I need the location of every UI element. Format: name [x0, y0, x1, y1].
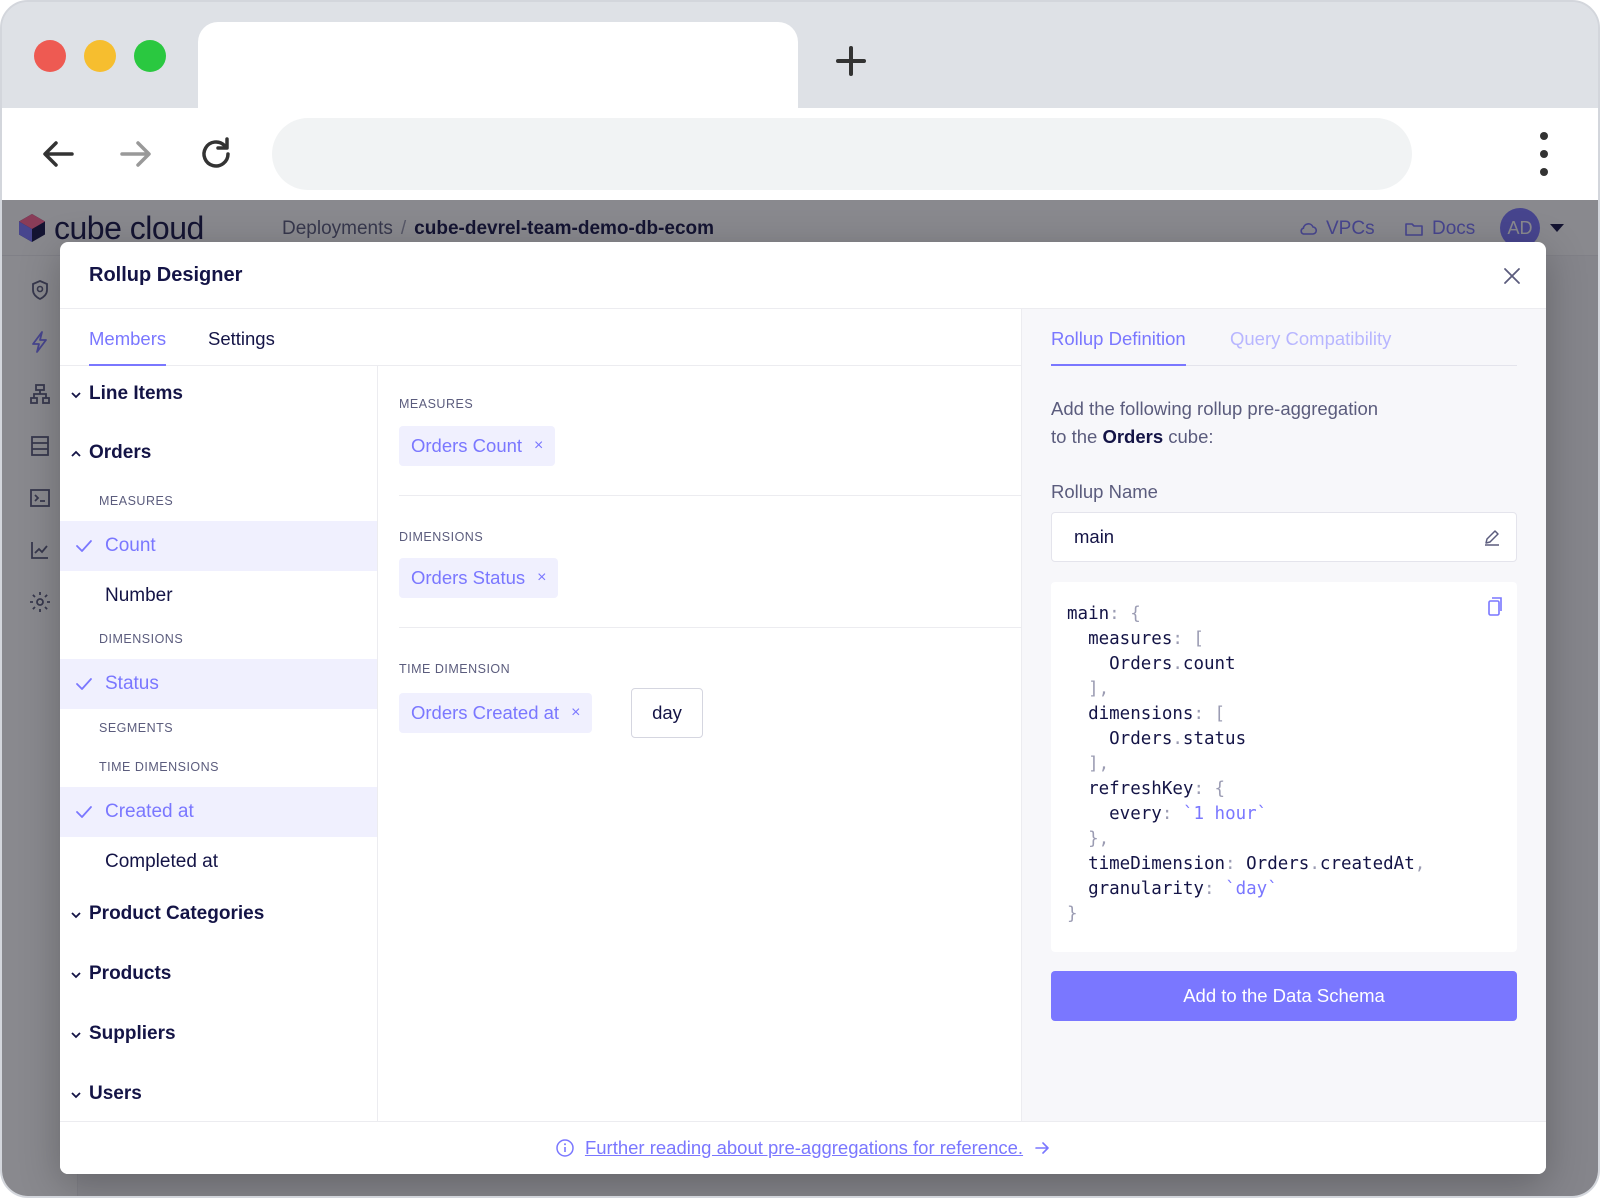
tree-item-completed-at[interactable]: Completed at: [60, 837, 377, 887]
tree-section-dimensions: DIMENSIONS: [99, 632, 184, 646]
window-maximize-dot[interactable]: [134, 40, 166, 72]
rollup-name-field[interactable]: main: [1051, 512, 1517, 562]
check-icon: [74, 674, 94, 694]
tree-group-users[interactable]: Users: [60, 1074, 377, 1114]
tree-item-count[interactable]: Count: [60, 521, 377, 571]
forward-arrow-icon[interactable]: [116, 134, 156, 174]
chevron-down-icon: [70, 968, 82, 980]
chevron-up-icon: [70, 447, 82, 459]
description-cube-name: Orders: [1102, 426, 1164, 447]
rollup-code: main: { measures: [ Orders.count ], dime…: [1067, 604, 1426, 924]
selected-members-panel: MEASURES Orders Count × DIMENSIONS Order…: [379, 366, 1021, 1121]
tree-item-label: Status: [105, 673, 159, 694]
chevron-down-icon: [70, 1088, 82, 1100]
check-icon: [74, 536, 94, 556]
description-line-1: Add the following rollup pre-aggregation: [1051, 398, 1379, 419]
members-dimensions-heading: DIMENSIONS: [399, 530, 484, 544]
section-divider: [399, 495, 1021, 496]
info-icon: [555, 1138, 575, 1158]
address-bar[interactable]: [272, 118, 1412, 190]
window-close-dot[interactable]: [34, 40, 66, 72]
arrow-right-icon[interactable]: [1033, 1139, 1051, 1157]
rollup-name-label: Rollup Name: [1051, 481, 1158, 502]
left-pane: Members Settings Line Items Orders MEASU…: [60, 309, 1021, 1121]
tab-members[interactable]: Members: [89, 328, 167, 366]
description-suffix: cube:: [1163, 426, 1214, 447]
modal-header: Rollup Designer: [60, 242, 1546, 309]
description-prefix: to the: [1051, 426, 1103, 447]
check-icon: [74, 802, 94, 822]
tree-item-created-at[interactable]: Created at: [60, 787, 377, 837]
browser-tab[interactable]: [198, 22, 798, 108]
rollup-designer-modal: Rollup Designer Members Settings Line It…: [60, 242, 1546, 1174]
chip-label: Orders Status: [411, 567, 526, 588]
tree-group-line-items[interactable]: Line Items: [60, 374, 377, 414]
tree-item-label: Completed at: [105, 851, 219, 872]
tree-group-label: Products: [89, 963, 172, 984]
tree-section-segments: SEGMENTS: [99, 721, 174, 735]
chevron-down-icon: [70, 388, 82, 400]
modal-footer: Further reading about pre-aggregations f…: [60, 1121, 1546, 1174]
tree-item-label: Number: [105, 585, 173, 606]
tree-group-product-categories[interactable]: Product Categories: [60, 894, 377, 934]
dimension-chip[interactable]: Orders Status ×: [399, 558, 559, 598]
section-divider: [399, 627, 1021, 628]
close-icon[interactable]: ×: [534, 437, 543, 455]
window-minimize-dot[interactable]: [84, 40, 116, 72]
tree-group-label: Line Items: [89, 383, 183, 404]
add-to-schema-button[interactable]: Add to the Data Schema: [1051, 971, 1517, 1021]
tree-group-suppliers[interactable]: Suppliers: [60, 1014, 377, 1054]
rollup-code-block: main: { measures: [ Orders.count ], dime…: [1051, 582, 1517, 952]
browser-tab-strip: [2, 2, 1598, 108]
tree-group-orders[interactable]: Orders: [60, 433, 377, 473]
chevron-down-icon: [70, 908, 82, 920]
chevron-down-icon: [70, 1028, 82, 1040]
members-time-dimension-heading: TIME DIMENSION: [399, 662, 511, 676]
browser-toolbar: [2, 108, 1598, 200]
tree-group-label: Suppliers: [89, 1023, 176, 1044]
definition-tabs: Rollup Definition Query Compatibility: [1051, 309, 1517, 366]
close-icon[interactable]: [1500, 264, 1524, 288]
copy-icon[interactable]: [1483, 596, 1505, 618]
close-icon[interactable]: ×: [571, 704, 580, 722]
tree-item-number[interactable]: Number: [60, 571, 377, 621]
tab-settings[interactable]: Settings: [208, 328, 275, 364]
tab-rollup-definition[interactable]: Rollup Definition: [1051, 328, 1186, 366]
browser-window: cube cloud Deployments/cube-devrel-team-…: [0, 0, 1600, 1198]
close-icon[interactable]: ×: [537, 569, 546, 587]
cube-tree: Line Items Orders MEASURES Count Number …: [60, 366, 378, 1121]
reload-icon[interactable]: [196, 134, 236, 174]
members-measures-heading: MEASURES: [399, 397, 474, 411]
measure-chip[interactable]: Orders Count ×: [399, 426, 556, 466]
tree-section-time-dimensions: TIME DIMENSIONS: [99, 760, 220, 774]
chip-label: Orders Count: [411, 435, 523, 456]
new-tab-icon[interactable]: [834, 44, 868, 78]
tree-item-label: Count: [105, 535, 156, 556]
tree-group-label: Orders: [89, 442, 152, 463]
rollup-definition-pane: Rollup Definition Query Compatibility Ad…: [1021, 309, 1546, 1121]
members-tabs: Members Settings: [60, 309, 1021, 366]
time-dimension-chip[interactable]: Orders Created at ×: [399, 693, 593, 733]
tab-query-compatibility[interactable]: Query Compatibility: [1230, 328, 1391, 364]
back-arrow-icon[interactable]: [38, 134, 78, 174]
tree-group-label: Product Categories: [89, 903, 265, 924]
modal-title: Rollup Designer: [89, 264, 243, 286]
rollup-name-value: main: [1074, 526, 1115, 547]
tree-group-products[interactable]: Products: [60, 954, 377, 994]
tree-group-label: Users: [89, 1083, 142, 1104]
chip-label: Orders Created at: [411, 702, 560, 723]
pre-aggregations-docs-link[interactable]: Further reading about pre-aggregations f…: [585, 1137, 1023, 1159]
description-line-2: to the Orders cube:: [1051, 423, 1471, 451]
browser-menu-icon[interactable]: [1532, 132, 1556, 176]
tree-item-label: Created at: [105, 801, 194, 822]
granularity-select[interactable]: day: [631, 688, 703, 738]
tree-item-status[interactable]: Status: [60, 659, 377, 709]
pencil-icon[interactable]: [1482, 527, 1502, 547]
tree-section-measures: MEASURES: [99, 494, 174, 508]
rollup-description: Add the following rollup pre-aggregation…: [1051, 395, 1471, 451]
